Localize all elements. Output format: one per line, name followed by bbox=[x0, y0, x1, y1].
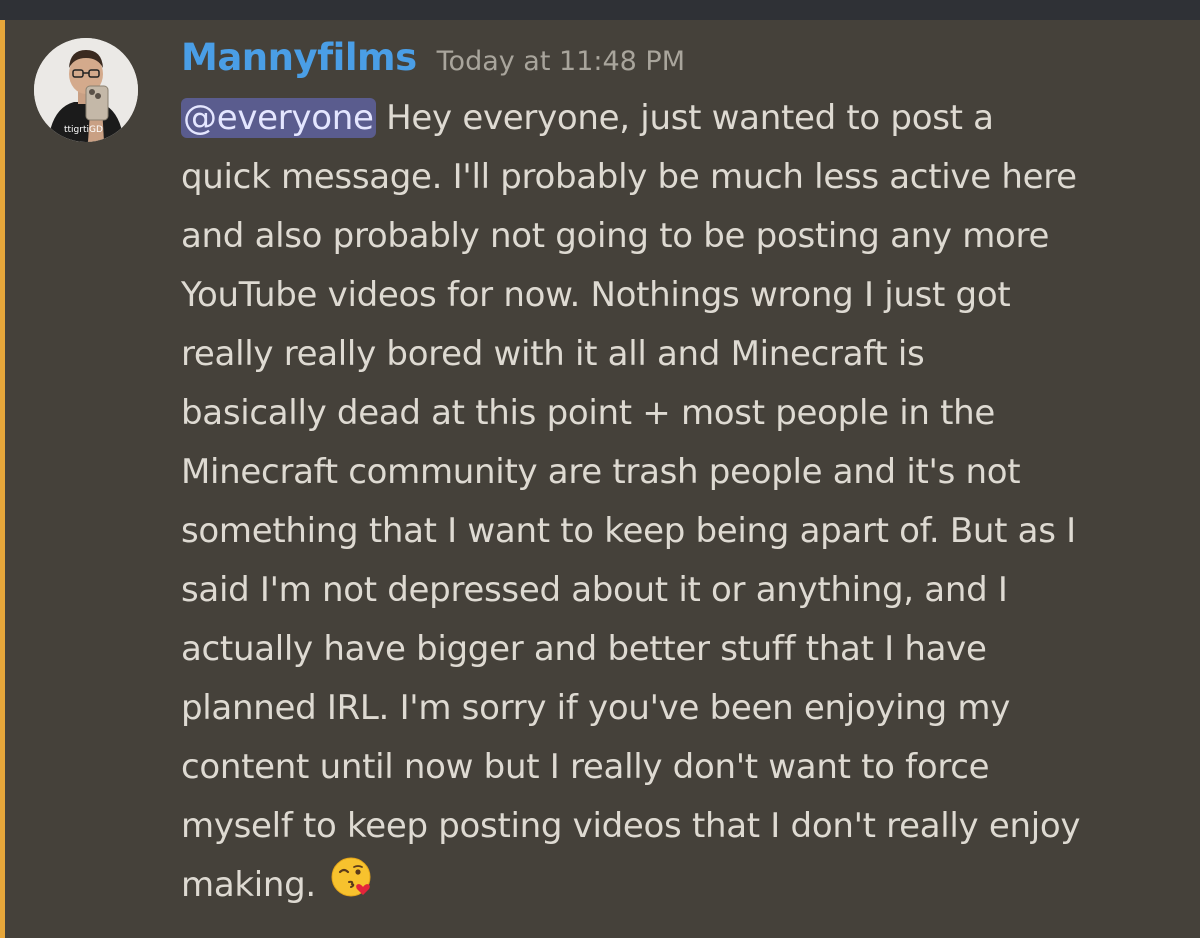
message-header: Mannyfilms Today at 11:48 PM bbox=[181, 36, 685, 86]
message-line: making. bbox=[181, 857, 1191, 920]
message-line: basically dead at this point + most peop… bbox=[181, 393, 996, 433]
message-line: something that I want to keep being apar… bbox=[181, 511, 1076, 551]
author-username[interactable]: Mannyfilms bbox=[181, 36, 417, 79]
message-line: content until now but I really don't wan… bbox=[181, 747, 990, 787]
everyone-mention[interactable]: @everyone bbox=[181, 98, 376, 138]
message-line: planned IRL. I'm sorry if you've been en… bbox=[181, 688, 1011, 728]
message-line: and also probably not going to be postin… bbox=[181, 216, 1050, 256]
message-timestamp: Today at 11:48 PM bbox=[436, 46, 685, 77]
avatar[interactable]: ttigrtiGD bbox=[34, 38, 138, 142]
message-line: Minecraft community are trash people and… bbox=[181, 452, 1021, 492]
avatar-shirt-text: ttigrtiGD bbox=[64, 125, 103, 135]
message-line: quick message. I'll probably be much les… bbox=[181, 157, 1077, 197]
chat-message[interactable]: ttigrtiGD Mannyfilms Today at 11:48 PM @e… bbox=[5, 20, 1200, 938]
message-line: said I'm not depressed about it or anyth… bbox=[181, 570, 1008, 610]
message-line: @everyone Hey everyone, just wanted to p… bbox=[181, 94, 1191, 153]
message-content: @everyone Hey everyone, just wanted to p… bbox=[181, 94, 1191, 920]
face-throwing-a-kiss-icon bbox=[330, 855, 374, 912]
avatar-photo: ttigrtiGD bbox=[34, 38, 138, 142]
message-line: really really bored with it all and Mine… bbox=[181, 334, 925, 374]
message-line-text: making. bbox=[181, 865, 316, 905]
message-line: YouTube videos for now. Nothings wrong I… bbox=[181, 275, 1011, 315]
top-bar bbox=[0, 0, 1200, 20]
message-line: myself to keep posting videos that I don… bbox=[181, 806, 1081, 846]
message-line: actually have bigger and better stuff th… bbox=[181, 629, 987, 669]
message-line-text: Hey everyone, just wanted to post a bbox=[375, 98, 994, 138]
